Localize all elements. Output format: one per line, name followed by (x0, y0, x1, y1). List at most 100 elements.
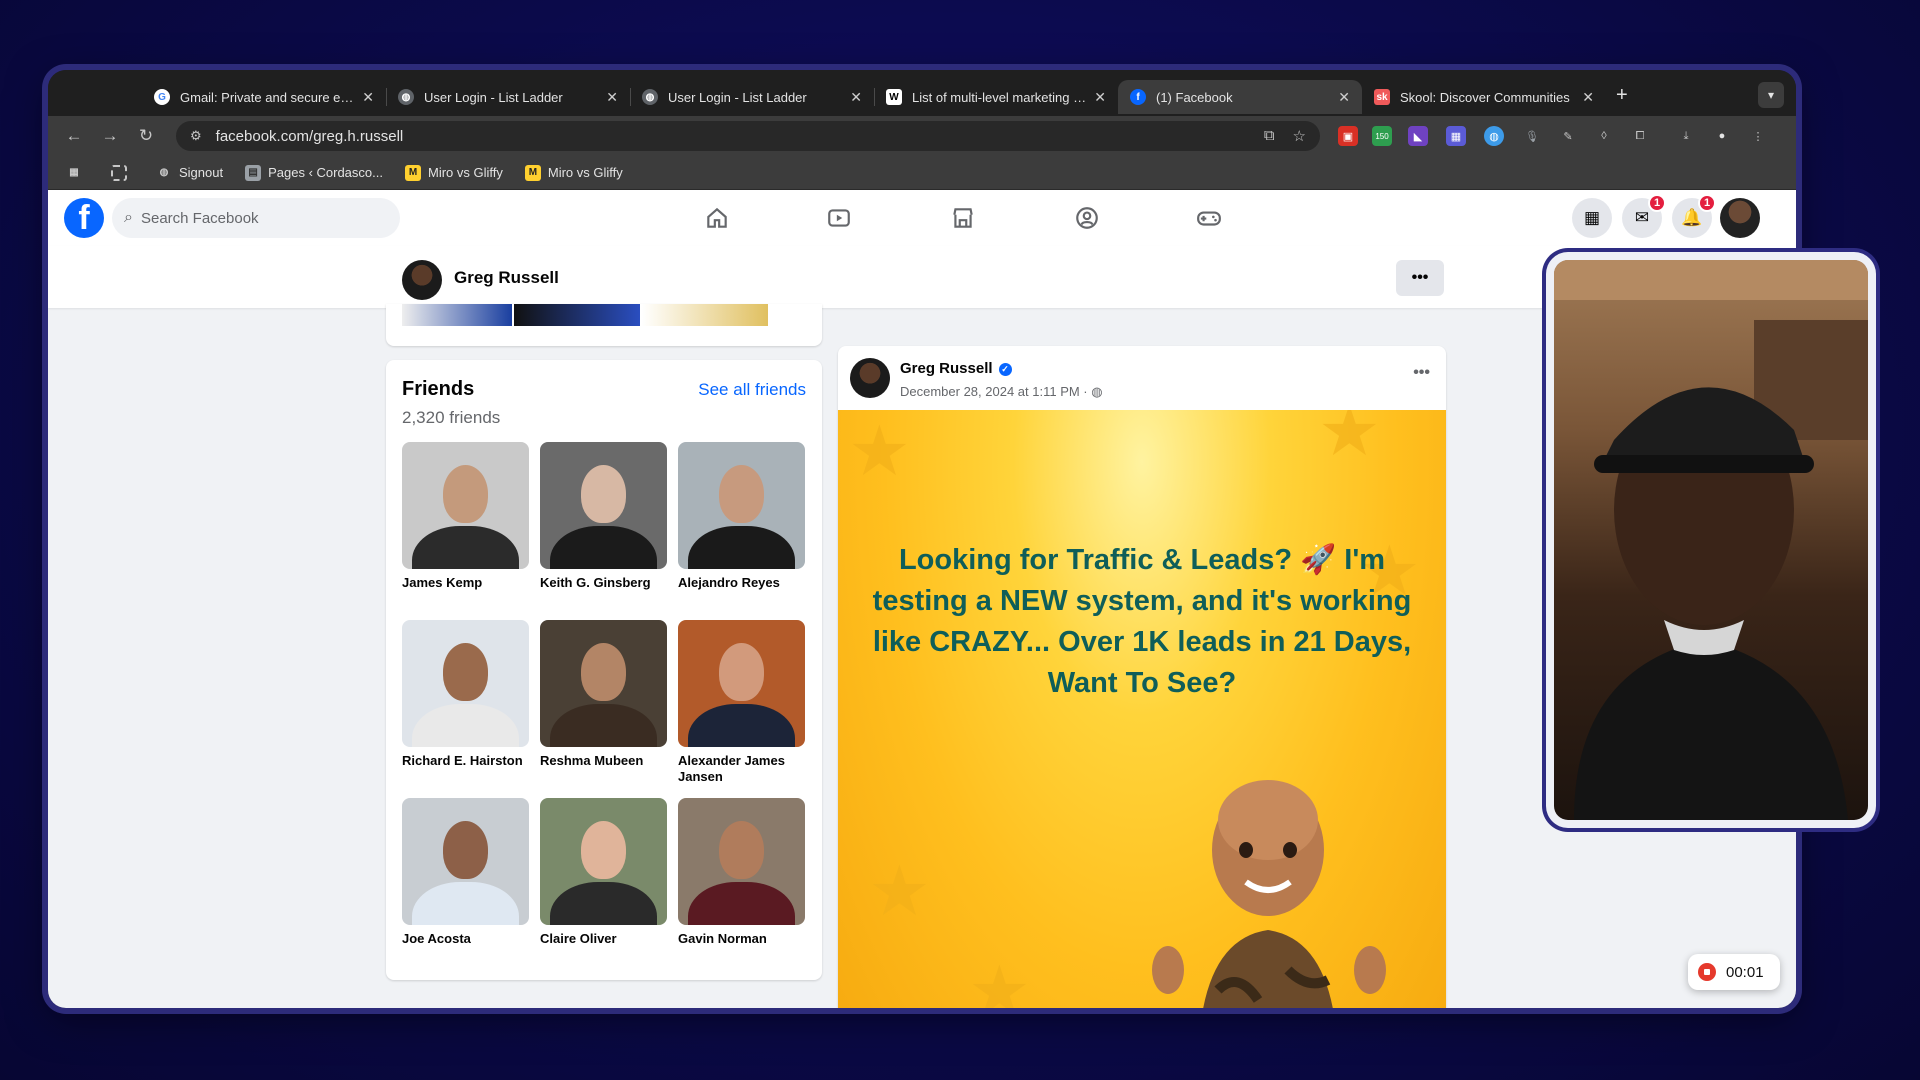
bookmark-miro-2[interactable]: M Miro vs Gliffy (524, 164, 623, 181)
friend-item[interactable]: Keith G. Ginsberg (540, 442, 667, 591)
forward-arrow-icon[interactable]: → (98, 124, 122, 148)
dropper-icon[interactable]: ✎ (1558, 126, 1578, 146)
friend-photo[interactable] (402, 442, 529, 569)
avatar[interactable] (850, 358, 890, 398)
friend-item[interactable]: Alexander James Jansen (678, 620, 805, 785)
bookmark-star-icon[interactable]: ☆ (1293, 127, 1306, 145)
friend-name[interactable]: Richard E. Hairston (402, 753, 529, 769)
friend-photo[interactable] (540, 798, 667, 925)
notifications-button[interactable]: 🔔 1 (1672, 194, 1716, 238)
tab-wikipedia[interactable]: W List of multi-level marketing companie… (874, 80, 1118, 114)
messenger-button[interactable]: ✉ 1 (1622, 194, 1666, 238)
friend-photo[interactable] (540, 442, 667, 569)
friend-item[interactable]: Richard E. Hairston (402, 620, 529, 769)
tab-gmail[interactable]: G Gmail: Private and secure email ✕ (142, 80, 387, 114)
ext-purple-icon[interactable]: ◣ (1408, 126, 1428, 146)
post-author[interactable]: Greg Russell ✓ (900, 360, 1012, 377)
friend-name[interactable]: Claire Oliver (540, 931, 667, 947)
tab-search-chevron-icon[interactable]: ▾ (1758, 82, 1784, 108)
install-app-icon[interactable]: ⧉ (1264, 127, 1275, 145)
nav-marketplace[interactable] (908, 198, 1018, 238)
close-icon[interactable]: ✕ (850, 89, 862, 106)
photo-thumb[interactable] (514, 304, 640, 326)
nav-groups[interactable] (1032, 198, 1142, 238)
friend-item[interactable]: Gavin Norman (678, 798, 805, 947)
search-input[interactable] (140, 209, 371, 227)
tab-list-ladder-2[interactable]: ◍ User Login - List Ladder ✕ (630, 80, 875, 114)
friend-item[interactable]: Alejandro Reyes (678, 442, 805, 591)
profile-icon[interactable]: ● (1712, 126, 1732, 146)
friend-name[interactable]: Reshma Mubeen (540, 753, 667, 769)
mic-icon[interactable]: 🎙 (1522, 126, 1542, 146)
address-bar[interactable]: ⚙ facebook.com/greg.h.russell ⧉ ☆ (176, 121, 1320, 151)
friend-name[interactable]: Keith G. Ginsberg (540, 575, 667, 591)
friend-photo[interactable] (678, 620, 805, 747)
recording-indicator[interactable]: 00:01 (1688, 954, 1780, 990)
ext-grid-icon[interactable]: ▦ (1446, 126, 1466, 146)
tab-title: Skool: Discover Communities (1400, 89, 1570, 105)
friend-photo[interactable] (540, 620, 667, 747)
new-tab-button[interactable]: + (1616, 84, 1628, 107)
friend-name[interactable]: James Kemp (402, 575, 529, 591)
close-icon[interactable]: ✕ (606, 89, 618, 106)
site-info-icon[interactable]: ⚙ (190, 128, 202, 144)
friend-photo[interactable] (402, 620, 529, 747)
friend-name[interactable]: Alexander James Jansen (678, 753, 805, 785)
bookmark-signout[interactable]: ◍ Signout (156, 165, 223, 181)
menu-grid-button[interactable]: ▦ (1572, 198, 1612, 238)
bookmark-square[interactable] (111, 164, 134, 181)
post-image[interactable]: ★ ★ ★ ★ ★ Looking for Traffic & Leads? 🚀… (838, 410, 1446, 1008)
friend-photo[interactable] (678, 798, 805, 925)
puzzle-icon[interactable]: ⧠ (1630, 126, 1650, 146)
friends-title[interactable]: Friends (402, 378, 474, 401)
post-author-name[interactable]: Greg Russell (900, 360, 993, 377)
avatar[interactable] (402, 260, 442, 300)
nav-home[interactable] (662, 198, 772, 238)
close-icon[interactable]: ✕ (1338, 89, 1350, 106)
post-headline: Looking for Traffic & Leads? 🚀 I'm testi… (872, 544, 1412, 699)
nav-gaming[interactable] (1154, 198, 1264, 238)
download-icon[interactable]: ⤓ (1676, 126, 1696, 146)
webcam-overlay[interactable] (1546, 252, 1876, 828)
facebook-logo-icon[interactable]: f (64, 198, 104, 238)
friend-name[interactable]: Joe Acosta (402, 931, 529, 947)
close-icon[interactable]: ✕ (362, 89, 374, 106)
ext-red-icon[interactable]: ▣ (1338, 126, 1358, 146)
ext-globe-icon[interactable]: ◍ (1484, 126, 1504, 146)
bookmark-apps[interactable]: ▦ (66, 165, 89, 181)
friend-name[interactable]: Gavin Norman (678, 931, 805, 947)
kebab-menu-icon[interactable]: ⋮ (1748, 126, 1768, 146)
record-stop-icon[interactable] (1698, 963, 1716, 981)
post-options-icon[interactable]: ••• (1413, 364, 1430, 382)
friend-name[interactable]: Alejandro Reyes (678, 575, 805, 591)
account-avatar[interactable] (1720, 198, 1760, 238)
groups-icon (1076, 207, 1098, 229)
back-arrow-icon[interactable]: ← (62, 124, 86, 148)
friend-item[interactable]: Reshma Mubeen (540, 620, 667, 769)
profile-name[interactable]: Greg Russell (454, 268, 559, 288)
bookmark-pages[interactable]: ▤ Pages ‹ Cordasco... (245, 164, 383, 181)
ext-green-icon[interactable]: 150 (1372, 126, 1392, 146)
see-all-friends-link[interactable]: See all friends (698, 380, 806, 400)
close-icon[interactable]: ✕ (1582, 89, 1594, 106)
post-date[interactable]: December 28, 2024 at 1:11 PM · ◍ (900, 384, 1103, 400)
nav-video[interactable] (784, 198, 894, 238)
close-icon[interactable]: ✕ (1094, 89, 1106, 106)
tab-facebook[interactable]: f (1) Facebook ✕ (1118, 80, 1362, 114)
friend-photo[interactable] (678, 442, 805, 569)
friend-item[interactable]: Claire Oliver (540, 798, 667, 947)
drop-icon[interactable]: ◊ (1594, 126, 1614, 146)
friend-item[interactable]: Joe Acosta (402, 798, 529, 947)
tab-list-ladder-1[interactable]: ◍ User Login - List Ladder ✕ (386, 80, 631, 114)
tab-skool[interactable]: sk Skool: Discover Communities ✕ (1362, 80, 1606, 114)
search-icon: ⌕ (124, 209, 133, 226)
reload-icon[interactable]: ↻ (134, 124, 158, 148)
photo-thumb[interactable] (402, 304, 512, 326)
friend-item[interactable]: James Kemp (402, 442, 529, 591)
bookmark-miro-1[interactable]: M Miro vs Gliffy (404, 164, 503, 181)
more-options-button[interactable]: ••• (1396, 260, 1444, 296)
post-date-text[interactable]: December 28, 2024 at 1:11 PM · (900, 384, 1088, 399)
facebook-search[interactable]: ⌕ (112, 198, 400, 238)
friend-photo[interactable] (402, 798, 529, 925)
photo-thumb[interactable] (642, 304, 768, 326)
